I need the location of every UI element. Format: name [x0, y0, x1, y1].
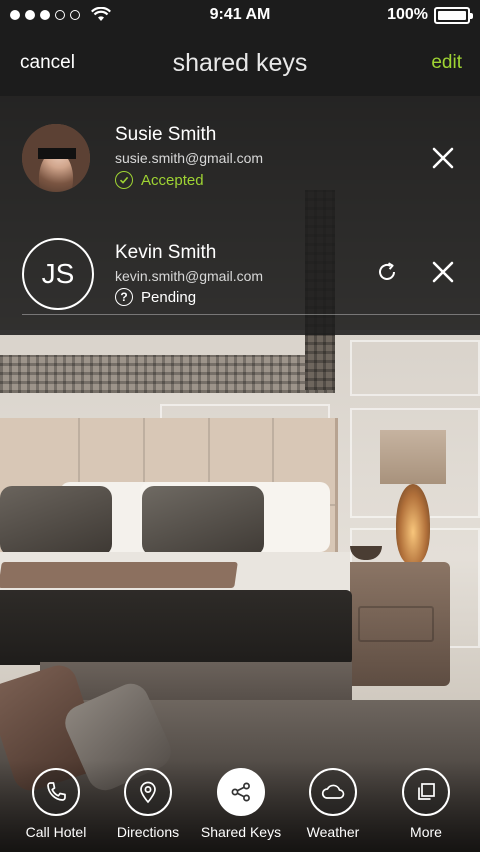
edit-button[interactable]: edit — [431, 52, 462, 74]
stacked-squares-icon — [418, 783, 435, 800]
status-label: Accepted — [141, 171, 204, 189]
tab-weather[interactable]: Weather — [285, 768, 381, 840]
signal-dot — [40, 10, 50, 20]
shared-keys-list: Susie Smith susie.smith@gmail.com Accept… — [0, 96, 480, 335]
tab-icon-circle — [309, 768, 357, 816]
remove-key-button[interactable] — [428, 257, 458, 287]
list-item[interactable]: JS Kevin Smith kevin.smith@gmail.com ? P… — [0, 216, 480, 334]
tab-shared-keys[interactable]: Shared Keys — [193, 768, 289, 840]
avatar-initials: JS — [22, 238, 94, 310]
question-icon: ? — [115, 288, 133, 306]
tab-bar: Call Hotel Directions Shared Keys Weathe… — [0, 768, 480, 852]
status-badge: ? Pending — [115, 288, 196, 306]
tab-label: Shared Keys — [200, 824, 282, 840]
bed-blanket — [0, 590, 352, 665]
nightstand-drawer — [358, 606, 434, 642]
share-icon — [231, 782, 250, 802]
nav-bar: cancel shared keys edit — [0, 30, 480, 96]
dark-pillow — [142, 486, 264, 556]
tab-icon-circle — [124, 768, 172, 816]
lamp-base — [396, 484, 430, 564]
avatar — [22, 124, 90, 192]
map-pin-icon — [140, 781, 156, 804]
guest-name: Susie Smith — [115, 124, 217, 145]
phone-icon — [47, 782, 66, 801]
checkmark-icon — [115, 171, 133, 189]
studded-trim — [0, 355, 335, 393]
tab-icon-circle — [402, 768, 450, 816]
close-icon — [432, 147, 454, 169]
tab-more[interactable]: More — [378, 768, 474, 840]
wall-panel — [160, 404, 330, 418]
remove-key-button[interactable] — [428, 143, 458, 173]
dark-pillow — [0, 486, 112, 556]
signal-dot-empty — [55, 10, 65, 20]
tab-label: Weather — [306, 824, 360, 840]
cloud-icon — [321, 784, 345, 799]
lamp-shade — [380, 430, 446, 484]
signal-dot — [10, 10, 20, 20]
status-bar: 9:41 AM 100% — [0, 0, 480, 30]
tab-call-hotel[interactable]: Call Hotel — [8, 768, 104, 840]
battery-icon — [434, 6, 473, 24]
tab-label: More — [410, 824, 442, 840]
guest-email: kevin.smith@gmail.com — [115, 268, 264, 284]
tab-icon-circle — [32, 768, 80, 816]
tab-label: Call Hotel — [25, 824, 87, 840]
status-badge: Accepted — [115, 171, 204, 189]
battery-percent: 100% — [387, 6, 428, 23]
status-label: Pending — [141, 288, 197, 306]
wall-panel — [350, 340, 480, 396]
tab-directions[interactable]: Directions — [100, 768, 196, 840]
tab-label: Directions — [116, 824, 180, 840]
close-icon — [432, 261, 454, 283]
wifi-icon — [91, 7, 111, 21]
signal-dot-empty — [70, 10, 80, 20]
signal-dot — [25, 10, 35, 20]
resend-key-button[interactable] — [372, 257, 402, 287]
bed-runner — [0, 562, 238, 588]
cancel-button[interactable]: cancel — [20, 52, 75, 74]
signal-indicator — [10, 7, 111, 23]
refresh-icon — [379, 262, 395, 280]
guest-name: Kevin Smith — [115, 242, 217, 263]
guest-email: susie.smith@gmail.com — [115, 150, 264, 166]
tab-icon-circle — [217, 768, 265, 816]
list-item[interactable]: Susie Smith susie.smith@gmail.com Accept… — [0, 96, 480, 214]
